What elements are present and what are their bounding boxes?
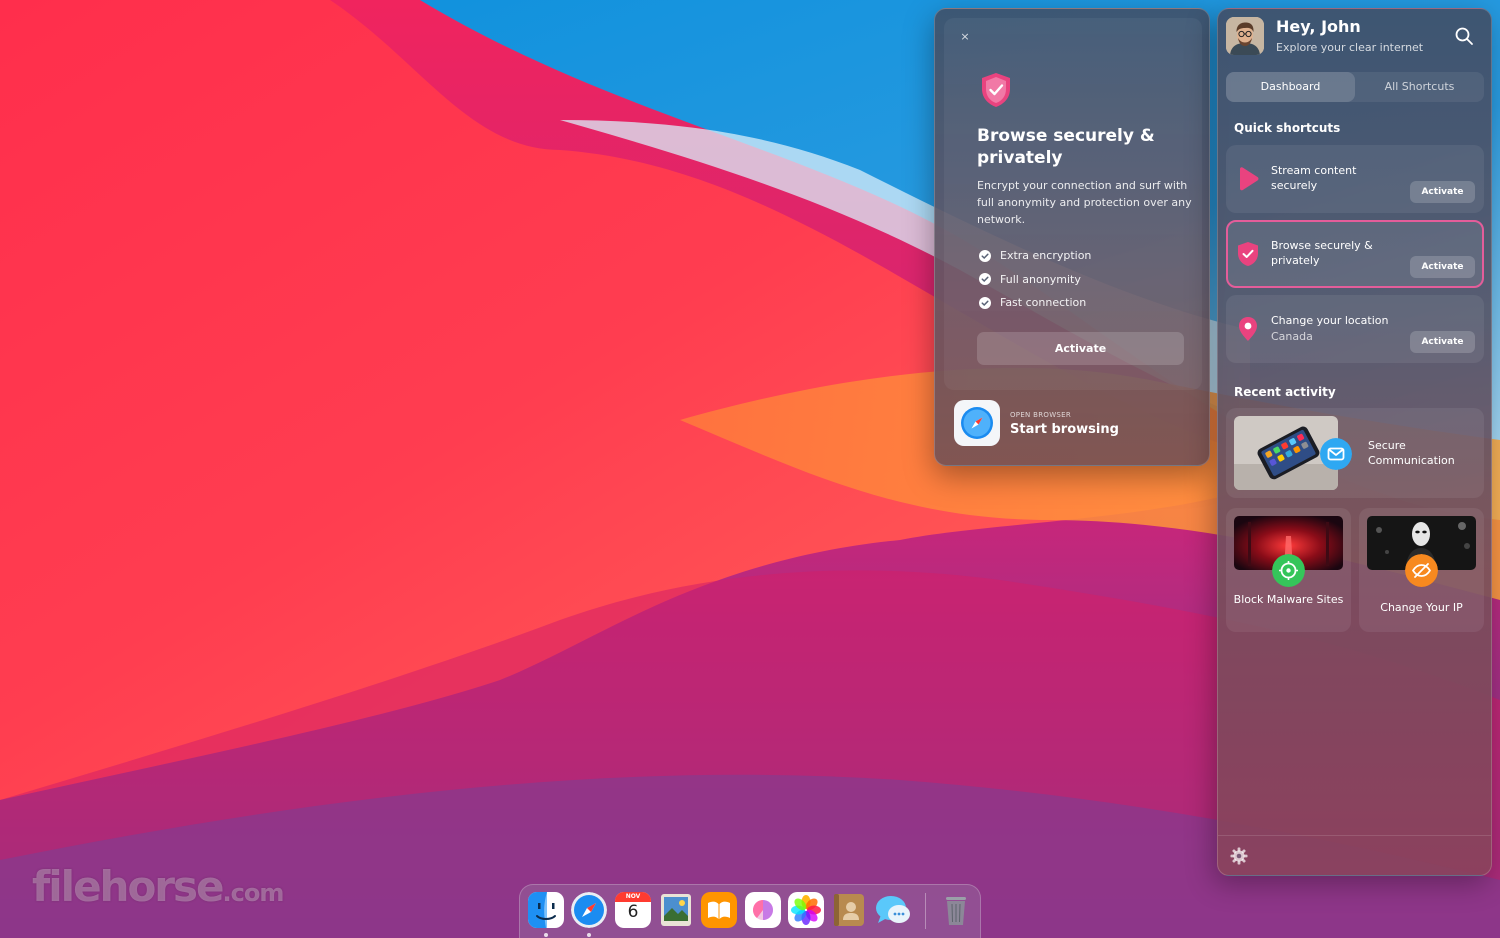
messages-icon[interactable] bbox=[875, 892, 911, 928]
open-browser-label: OPEN BROWSER bbox=[1010, 411, 1072, 419]
feature-list: Extra encryption Full anonymity Fast con… bbox=[979, 244, 1091, 315]
books-icon[interactable] bbox=[701, 892, 737, 928]
safari-icon bbox=[954, 400, 1000, 446]
calendar-month: NOV bbox=[625, 893, 641, 900]
calendar-day: 6 bbox=[627, 902, 639, 922]
activity-label: Block Malware Sites bbox=[1233, 593, 1344, 606]
safari-icon[interactable] bbox=[571, 892, 607, 928]
search-icon[interactable] bbox=[1454, 26, 1474, 46]
contacts-icon[interactable] bbox=[831, 892, 867, 928]
activity-label: Change Your IP bbox=[1380, 601, 1463, 614]
shortcut-browse-securely[interactable]: Browse securely & privately Activate bbox=[1226, 220, 1484, 288]
running-indicator bbox=[587, 933, 591, 937]
shield-icon bbox=[1238, 242, 1258, 266]
tab-all-shortcuts[interactable]: All Shortcuts bbox=[1355, 72, 1484, 102]
recent-activity-title: Recent activity bbox=[1234, 385, 1336, 399]
start-browsing-label: Start browsing bbox=[1010, 422, 1119, 437]
popover-description: Encrypt your connection and surf with fu… bbox=[977, 179, 1192, 226]
trash-icon[interactable] bbox=[938, 892, 974, 928]
feature-item: Extra encryption bbox=[979, 244, 1091, 268]
popover-content: × Browse securely & privately Encrypt yo… bbox=[944, 18, 1202, 390]
preview-icon[interactable] bbox=[658, 892, 694, 928]
malware-icon bbox=[1272, 554, 1305, 587]
check-circle-icon bbox=[979, 273, 991, 286]
activity-label: Secure Communication bbox=[1368, 439, 1455, 467]
open-browser-row[interactable]: OPEN BROWSER Start browsing bbox=[944, 391, 1202, 457]
feature-item: Fast connection bbox=[979, 291, 1091, 315]
mail-icon bbox=[1320, 438, 1352, 470]
greeting-subtitle: Explore your clear internet bbox=[1276, 41, 1424, 54]
activate-button[interactable]: Activate bbox=[1410, 331, 1475, 353]
dock-separator bbox=[925, 893, 926, 929]
close-icon[interactable]: × bbox=[958, 30, 972, 44]
check-circle-icon bbox=[979, 249, 991, 262]
hidden-eye-icon bbox=[1405, 554, 1438, 587]
play-icon bbox=[1240, 167, 1259, 191]
running-indicator bbox=[544, 933, 548, 937]
activity-block-malware[interactable]: Block Malware Sites bbox=[1226, 508, 1351, 632]
quick-shortcuts-title: Quick shortcuts bbox=[1234, 121, 1341, 135]
shortcut-change-location[interactable]: Change your location Canada Activate bbox=[1226, 295, 1484, 363]
gear-icon[interactable] bbox=[1230, 847, 1248, 865]
shortcut-stream-content[interactable]: Stream content securely Activate bbox=[1226, 145, 1484, 213]
feature-label: Extra encryption bbox=[1000, 249, 1092, 263]
activate-button[interactable]: Activate bbox=[977, 332, 1184, 365]
avatar[interactable] bbox=[1226, 17, 1264, 55]
greeting-title: Hey, John bbox=[1276, 17, 1361, 36]
photos-icon[interactable] bbox=[788, 892, 824, 928]
location-value: Canada bbox=[1271, 330, 1313, 343]
clearvpn-panel: Hey, John Explore your clear internet Da… bbox=[1217, 8, 1492, 876]
activity-secure-communication[interactable]: Secure Communication bbox=[1226, 408, 1484, 498]
shortcut-label: Browse securely & privately bbox=[1271, 239, 1373, 267]
feature-item: Full anonymity bbox=[979, 268, 1091, 292]
finder-icon[interactable] bbox=[528, 892, 564, 928]
tab-dashboard[interactable]: Dashboard bbox=[1226, 72, 1355, 102]
check-circle-icon bbox=[979, 296, 991, 309]
filehorse-watermark: filehorse.com bbox=[32, 862, 284, 911]
feature-label: Full anonymity bbox=[1000, 272, 1081, 286]
calendar-icon[interactable]: NOV 6 bbox=[615, 892, 651, 928]
activate-button[interactable]: Activate bbox=[1410, 256, 1475, 278]
clearvpn-icon[interactable] bbox=[745, 892, 781, 928]
activate-button[interactable]: Activate bbox=[1410, 181, 1475, 203]
shortcut-label: Change your location bbox=[1271, 314, 1389, 327]
footer-divider bbox=[1218, 835, 1491, 836]
feature-label: Fast connection bbox=[1000, 296, 1087, 310]
location-pin-icon bbox=[1239, 317, 1257, 341]
popover-title: Browse securely & privately bbox=[977, 126, 1155, 168]
dock: NOV 6 bbox=[519, 884, 981, 938]
shortcut-label: Stream content securely bbox=[1271, 164, 1357, 192]
shield-icon bbox=[982, 73, 1010, 107]
tab-bar: Dashboard All Shortcuts bbox=[1226, 72, 1484, 102]
browse-securely-popover: × Browse securely & privately Encrypt yo… bbox=[934, 8, 1210, 466]
activity-change-ip[interactable]: Change Your IP bbox=[1359, 508, 1484, 632]
